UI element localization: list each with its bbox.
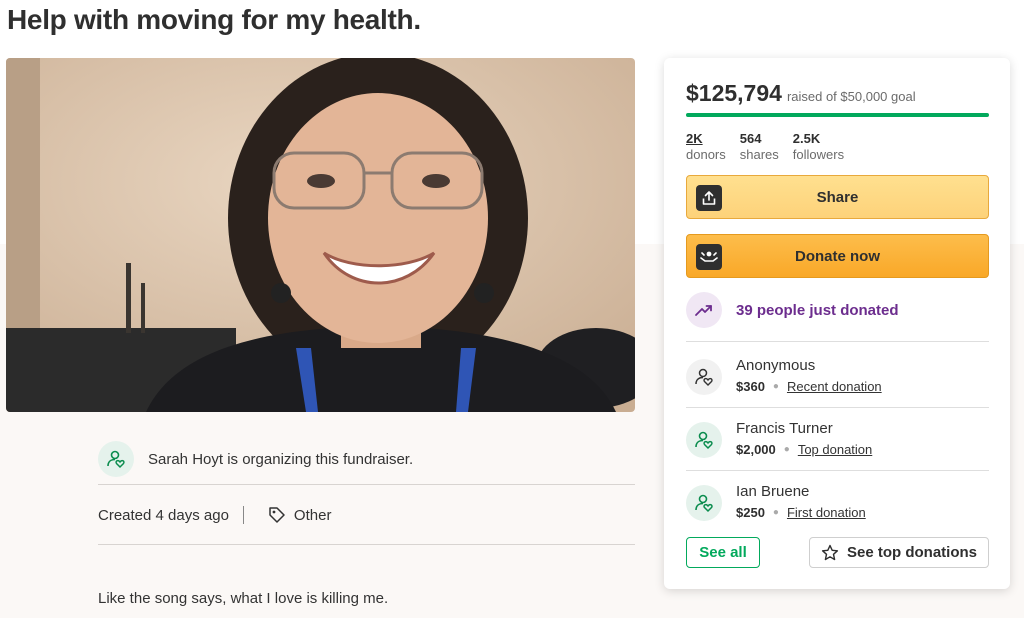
recent-activity: 39 people just donated [686, 292, 899, 328]
donate-hands-icon [696, 244, 722, 270]
donation-card: $125,794 raised of $50,000 goal 2K donor… [664, 58, 1010, 589]
donation-tag-link[interactable]: First donation [787, 505, 866, 520]
campaign-meta: Created 4 days ago Other [98, 500, 331, 530]
donor-name: Anonymous [736, 357, 816, 374]
organizer-text: Sarah Hoyt is organizing this fundraiser… [148, 450, 414, 468]
stat-label: followers [792, 147, 845, 162]
organizer-row: Sarah Hoyt is organizing this fundraiser… [98, 434, 635, 484]
campaign-stats: 2K donors 564 shares 2.5K followers [686, 131, 858, 163]
tag-icon [268, 506, 286, 524]
amount-value: $125,794 [686, 80, 782, 106]
amount-raised: $125,794 raised of $50,000 goal [686, 80, 916, 107]
trending-up-icon [686, 292, 722, 328]
user-heart-icon [686, 422, 722, 458]
user-heart-icon [686, 359, 722, 395]
user-heart-icon [686, 485, 722, 521]
divider [98, 484, 635, 485]
stat-value: 564 [739, 131, 762, 146]
story-text: Like the song says, what I love is killi… [98, 590, 389, 607]
stat-donors[interactable]: 2K donors [686, 131, 726, 163]
campaign-hero-image [6, 58, 635, 412]
donation-amount: $250 [736, 505, 765, 520]
goal-text: raised of $50,000 goal [786, 89, 916, 104]
progress-fill [686, 113, 989, 117]
donation-tag-link[interactable]: Top donation [798, 442, 872, 457]
donation-amount: $2,000 [736, 442, 776, 457]
divider [686, 470, 989, 471]
recent-activity-text: 39 people just donated [736, 301, 899, 319]
page-title: Help with moving for my health. [7, 4, 421, 35]
see-top-donations-label: See top donations [846, 544, 977, 561]
see-all-button[interactable]: See all [686, 537, 760, 568]
stat-followers: 2.5K followers [793, 131, 844, 163]
share-label: Share [816, 188, 859, 206]
dot-separator: ● [772, 381, 779, 392]
donor-name: Ian Bruene [736, 483, 810, 500]
dot-separator: ● [783, 444, 790, 455]
donation-item: Anonymous $360 ● Recent donation [686, 357, 882, 395]
see-top-donations-button[interactable]: See top donations [809, 537, 989, 568]
created-date: Created 4 days ago [98, 506, 229, 524]
user-heart-icon [98, 441, 134, 477]
divider [686, 407, 989, 408]
donate-now-button[interactable]: Donate now [686, 234, 989, 278]
dot-separator: ● [772, 507, 779, 518]
stat-label: shares [739, 147, 779, 162]
divider [686, 341, 989, 342]
stat-label: donors [686, 147, 726, 162]
stat-shares: 564 shares [740, 131, 779, 163]
progress-bar [686, 113, 989, 117]
donation-item: Francis Turner $2,000 ● Top donation [686, 420, 872, 458]
meta-separator [242, 506, 244, 524]
star-icon [821, 544, 839, 560]
donation-amount: $360 [736, 379, 765, 394]
donation-tag-link[interactable]: Recent donation [787, 379, 882, 394]
donate-label: Donate now [795, 247, 880, 265]
divider [98, 544, 635, 545]
donation-item: Ian Bruene $250 ● First donation [686, 483, 866, 521]
share-button[interactable]: Share [686, 175, 989, 219]
donor-name: Francis Turner [736, 420, 833, 437]
stat-value: 2.5K [792, 131, 821, 146]
category-link[interactable]: Other [294, 507, 332, 524]
upload-icon [696, 185, 722, 211]
stat-value: 2K [686, 131, 703, 146]
